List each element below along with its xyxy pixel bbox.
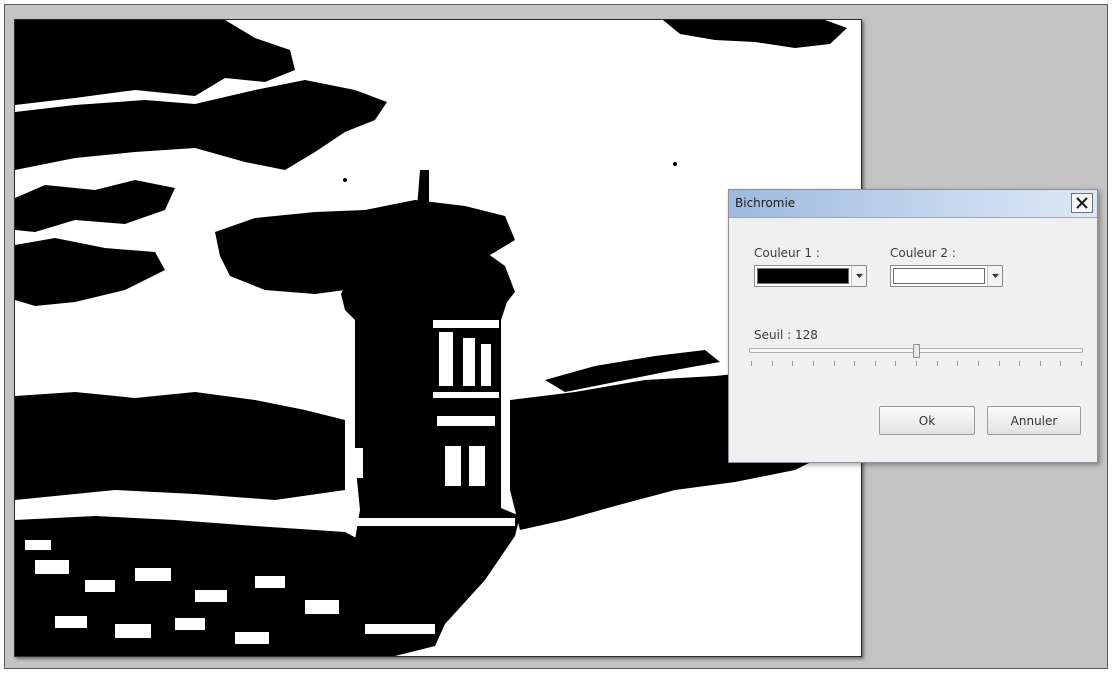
slider-tick [1040,361,1041,366]
chevron-down-icon[interactable] [987,266,1002,286]
color1-label: Couleur 1 : [754,246,820,260]
slider-tick [999,361,1000,366]
ok-button[interactable]: Ok [879,406,975,435]
slider-tick [937,361,938,366]
workspace: Bichromie Couleur 1 : Couleur 2 : Seuil … [4,4,1108,669]
dialog-title: Bichromie [735,196,796,210]
slider-tick [751,361,752,366]
slider-tick [1019,361,1020,366]
slider-tick [854,361,855,366]
close-icon [1076,197,1088,209]
slider-tick [978,361,979,366]
slider-tick [1081,361,1082,366]
threshold-slider-thumb[interactable] [912,344,920,358]
slider-tick [813,361,814,366]
slider-tick [772,361,773,366]
threshold-slider-ticks [751,361,1082,367]
color2-label: Couleur 2 : [890,246,956,260]
close-button[interactable] [1071,193,1093,213]
color2-swatch [893,268,985,284]
slider-tick [957,361,958,366]
slider-tick [834,361,835,366]
threshold-label: Seuil : 128 [754,328,818,342]
slider-tick [1060,361,1061,366]
slider-tick [792,361,793,366]
slider-tick [895,361,896,366]
slider-tick [916,361,917,366]
color1-swatch [757,268,849,284]
cancel-button[interactable]: Annuler [987,406,1081,435]
dialog-titlebar[interactable]: Bichromie [729,190,1097,218]
chevron-down-icon[interactable] [851,266,866,286]
bichromie-dialog: Bichromie Couleur 1 : Couleur 2 : Seuil … [728,189,1098,463]
color1-dropdown[interactable] [754,265,867,287]
color2-dropdown[interactable] [890,265,1003,287]
slider-tick [875,361,876,366]
